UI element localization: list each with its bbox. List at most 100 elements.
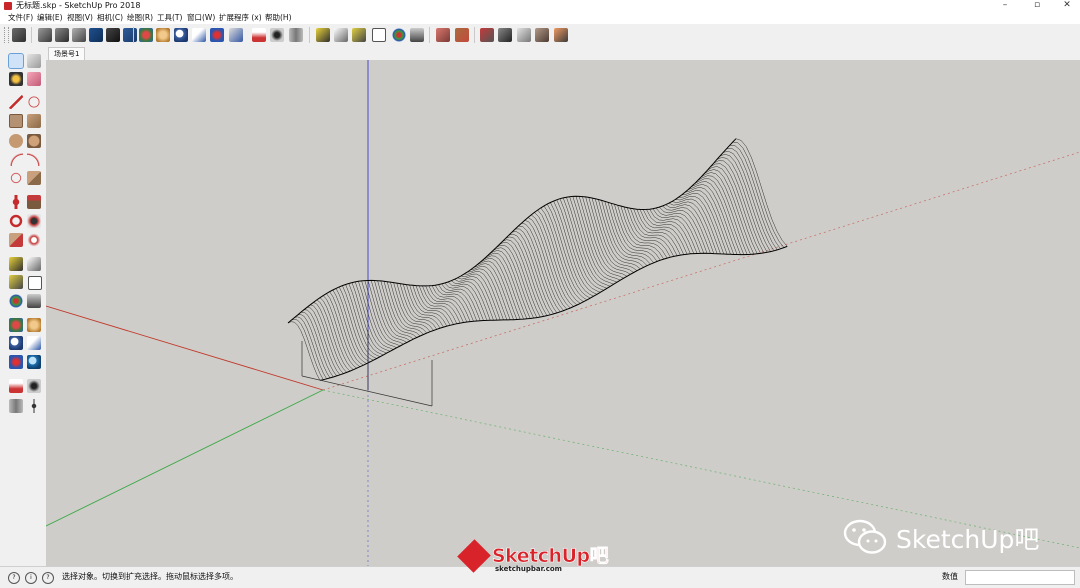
- line-icon[interactable]: [9, 95, 23, 109]
- sandbox-from-contours-icon[interactable]: [480, 28, 494, 42]
- select-view-icon[interactable]: [12, 28, 26, 42]
- logo-text: SketchUp吧: [492, 545, 609, 568]
- tape-measure-icon[interactable]: [9, 257, 23, 271]
- surface-rib-line: [614, 204, 661, 261]
- surface-rib-line: [652, 208, 701, 254]
- protractor-icon[interactable]: [9, 275, 23, 289]
- minimize-button[interactable]: –: [990, 0, 1020, 12]
- axes-icon[interactable]: [392, 28, 406, 42]
- scale-icon[interactable]: [9, 233, 23, 247]
- toolbar-grip[interactable]: [4, 27, 9, 43]
- rectangle-icon[interactable]: [9, 114, 23, 128]
- two-point-arc-icon[interactable]: [27, 152, 41, 166]
- menu-edit[interactable]: 编辑(E): [37, 13, 63, 23]
- help-icon[interactable]: ?: [42, 572, 54, 584]
- measurements-input[interactable]: [965, 570, 1075, 585]
- close-button[interactable]: ✕: [1052, 0, 1080, 12]
- circle-icon[interactable]: [9, 134, 23, 148]
- pie-icon[interactable]: [27, 171, 41, 185]
- eraser-icon[interactable]: [27, 72, 41, 86]
- text-tool-icon[interactable]: [372, 28, 386, 42]
- left-view-icon[interactable]: [123, 28, 137, 42]
- dimension-icon[interactable]: [27, 257, 41, 271]
- section-fill-icon[interactable]: [455, 28, 469, 42]
- front-view-icon[interactable]: [72, 28, 86, 42]
- toolbar-divider: [31, 27, 32, 43]
- select-arrow-icon[interactable]: [8, 53, 24, 69]
- menu-extensions[interactable]: 扩展程序 (x): [219, 13, 262, 23]
- paint-bucket-icon[interactable]: [9, 72, 23, 86]
- arc-icon[interactable]: [9, 152, 23, 166]
- zoom-extents-icon[interactable]: [9, 355, 23, 369]
- zoom-window-icon[interactable]: [192, 28, 206, 42]
- orbit-icon[interactable]: [139, 28, 153, 42]
- pan-icon[interactable]: [156, 28, 170, 42]
- walk-icon[interactable]: [289, 28, 303, 42]
- section-plane-icon[interactable]: [27, 399, 41, 413]
- dimension-icon[interactable]: [334, 28, 348, 42]
- make-component-icon[interactable]: [27, 54, 41, 68]
- section-plane-icon[interactable]: [436, 28, 450, 42]
- scene-tab-bar: 场景号1: [46, 46, 1080, 60]
- orbit-icon[interactable]: [9, 318, 23, 332]
- surface-rib-line: [649, 209, 698, 254]
- position-camera-icon[interactable]: [9, 379, 23, 393]
- geo-location-icon[interactable]: ?: [8, 572, 20, 584]
- surface-rib-line: [585, 196, 631, 275]
- iso-view-icon[interactable]: [38, 28, 52, 42]
- menu-view[interactable]: 视图(V): [67, 13, 93, 23]
- main-toolbar: [0, 24, 1080, 47]
- three-point-arc-icon[interactable]: [9, 171, 23, 185]
- drape-icon[interactable]: [554, 28, 568, 42]
- wave-surface-model[interactable]: [287, 138, 788, 407]
- previous-view-icon[interactable]: [27, 355, 41, 369]
- menu-draw[interactable]: 绘图(R): [127, 13, 153, 23]
- position-camera-icon[interactable]: [252, 28, 266, 42]
- viewport-canvas[interactable]: [46, 60, 1080, 566]
- pan-icon[interactable]: [27, 318, 41, 332]
- menu-help[interactable]: 帮助(H): [265, 13, 292, 23]
- text-tool-icon[interactable]: [28, 276, 42, 290]
- axes-icon[interactable]: [9, 294, 23, 308]
- move-icon[interactable]: [9, 195, 23, 209]
- zoom-icon[interactable]: [174, 28, 188, 42]
- 3d-text-icon[interactable]: [27, 294, 41, 308]
- surface-rib-line: [607, 202, 654, 263]
- menu-file[interactable]: 文件(F): [8, 13, 33, 23]
- green-axis: [46, 389, 324, 527]
- polygon-icon[interactable]: [27, 134, 41, 148]
- zoom-window-icon[interactable]: [27, 336, 41, 350]
- stamp-icon[interactable]: [535, 28, 549, 42]
- zoom-extents-icon[interactable]: [210, 28, 224, 42]
- 3d-text-icon[interactable]: [410, 28, 424, 42]
- menu-tools[interactable]: 工具(T): [157, 13, 182, 23]
- follow-me-icon[interactable]: [27, 214, 41, 228]
- zoom-icon[interactable]: [9, 336, 23, 350]
- menu-window[interactable]: 窗口(W): [187, 13, 215, 23]
- sandbox-from-scratch-icon[interactable]: [498, 28, 512, 42]
- credits-icon[interactable]: i: [25, 572, 37, 584]
- back-view-icon[interactable]: [106, 28, 120, 42]
- push-pull-icon[interactable]: [27, 195, 41, 209]
- right-view-icon[interactable]: [89, 28, 103, 42]
- offset-icon[interactable]: [27, 233, 41, 247]
- logo-cube-icon: [457, 539, 491, 573]
- previous-view-icon[interactable]: [229, 28, 243, 42]
- rotated-rectangle-icon[interactable]: [27, 114, 41, 128]
- top-view-icon[interactable]: [55, 28, 69, 42]
- look-around-icon[interactable]: [27, 379, 41, 393]
- protractor-icon[interactable]: [352, 28, 366, 42]
- freehand-icon[interactable]: [27, 95, 41, 109]
- window-title: 无标题.skp - SketchUp Pro 2018: [16, 1, 141, 10]
- menu-camera[interactable]: 相机(C): [97, 13, 123, 23]
- surface-rib-line: [562, 197, 608, 289]
- rotate-icon[interactable]: [9, 214, 23, 228]
- maximize-button[interactable]: ▫: [1022, 0, 1052, 12]
- walk-icon[interactable]: [9, 399, 23, 413]
- surface-rib-line: [591, 197, 638, 271]
- model-viewport[interactable]: [46, 60, 1080, 566]
- look-around-icon[interactable]: [270, 28, 284, 42]
- scene-tab[interactable]: 场景号1: [48, 47, 86, 60]
- tape-measure-icon[interactable]: [316, 28, 330, 42]
- smoove-icon[interactable]: [517, 28, 531, 42]
